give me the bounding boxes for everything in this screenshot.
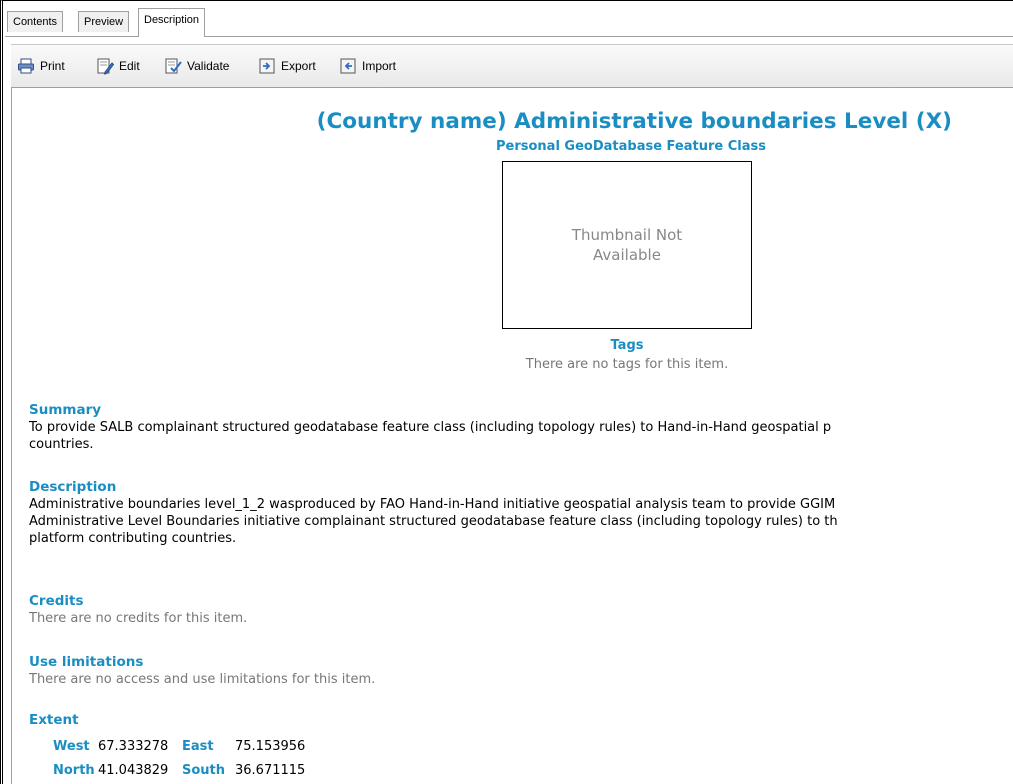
item-type: Personal GeoDatabase Feature Class [496,139,766,154]
credits-heading: Credits [29,593,84,609]
description-text-1: Administrative boundaries level_1_2 wasp… [29,497,836,512]
summary-text-1: To provide SALB complainant structured g… [29,420,832,435]
tab-contents[interactable]: Contents [7,11,64,32]
tab-description[interactable]: Description [138,8,206,37]
description-text-3: platform contributing countries. [29,531,237,546]
south-value: 36.671115 [235,762,306,778]
description-heading: Description [29,479,117,495]
item-title: (Country name) Administrative boundaries… [316,109,952,134]
use-limitations-text: There are no access and use limitations … [29,672,376,687]
thumbnail-text-1: Thumbnail Not [571,226,683,244]
tags-heading: Tags [610,338,644,353]
extent-heading: Extent [29,712,79,728]
description-text-2: Administrative Level Boundaries initiati… [29,514,838,529]
credits-text: There are no credits for this item. [29,611,248,626]
west-value: 67.333278 [98,738,169,754]
extent-row: North 41.043829 South 36.671115 [53,758,305,782]
description-section: Description Administrative boundaries le… [29,479,1013,547]
summary-text-2: countries. [29,437,94,452]
tab-bar: Contents Preview Description [5,5,1013,37]
validate-label: Validate [187,59,230,73]
south-label: South [182,762,226,778]
tab-preview[interactable]: Preview [78,11,130,32]
import-label: Import [362,59,397,73]
summary-heading: Summary [29,402,102,418]
extent-row: West 67.333278 East 75.153956 [53,734,305,758]
print-button[interactable]: Print [17,55,65,77]
validate-icon [165,58,182,74]
tags-text: There are no tags for this item. [525,357,729,372]
edit-icon [97,58,114,75]
use-limitations-heading: Use limitations [29,654,144,670]
thumbnail-text-2: Available [593,246,661,264]
east-label: East [182,738,214,754]
extent-section: Extent [29,712,1013,729]
summary-section: Summary To provide SALB complainant stru… [29,402,1013,453]
west-label: West [53,738,90,754]
thumbnail-placeholder: Thumbnail Not Available [502,161,752,329]
credits-section: Credits There are no credits for this it… [29,593,1013,627]
import-button[interactable]: Import [339,55,396,77]
extent-table: West 67.333278 East 75.153956 North 41.0… [53,734,305,782]
east-value: 75.153956 [235,738,306,754]
printer-icon [18,58,34,74]
north-value: 41.043829 [98,762,169,778]
import-icon [340,58,356,74]
validate-button[interactable]: Validate [164,55,229,77]
north-label: North [53,762,95,778]
export-button[interactable]: Export [258,55,316,77]
print-label: Print [40,59,65,73]
toolbar: Print Edit Validate Export Import [11,44,1013,88]
description-panel: (Country name) Administrative boundaries… [11,87,1013,784]
export-icon [259,58,275,74]
use-limitations-section: Use limitations There are no access and … [29,654,1013,688]
export-label: Export [281,59,316,73]
edit-label: Edit [119,59,140,73]
edit-button[interactable]: Edit [96,55,140,77]
